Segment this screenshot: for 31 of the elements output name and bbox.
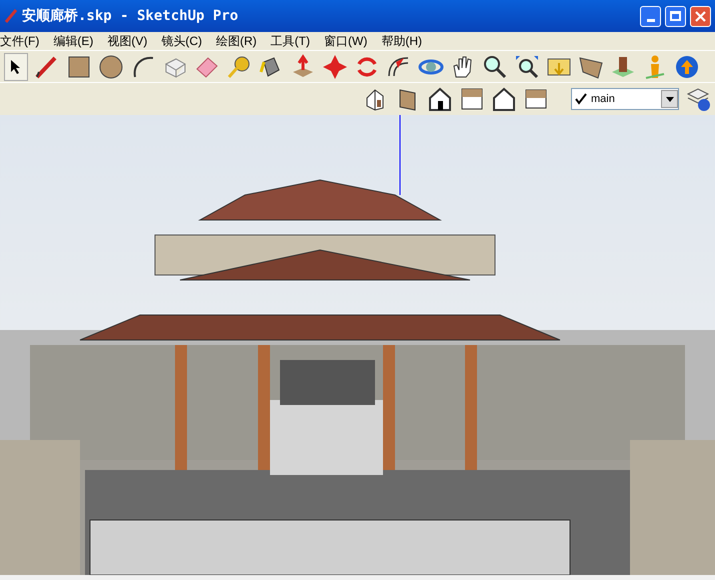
layer-name: main (591, 92, 616, 107)
window-title: 安顺廊桥.skp - SketchUp Pro (22, 6, 240, 26)
menu-item[interactable]: 文件(F) (0, 32, 40, 50)
menu-item[interactable]: 工具(T) (270, 32, 310, 50)
layers-info-icon[interactable] (685, 86, 711, 112)
app-icon (4, 8, 18, 24)
menu-item[interactable]: 镜头(C) (161, 32, 202, 50)
menu-item[interactable]: 帮助(H) (381, 32, 422, 50)
menu-item[interactable]: 编辑(E) (53, 32, 94, 50)
menu-item[interactable]: 视图(V) (107, 32, 148, 50)
rectangle-icon[interactable] (66, 54, 92, 80)
maximize-button[interactable] (665, 6, 686, 26)
select-tool-button[interactable] (4, 52, 28, 80)
circle-icon[interactable] (98, 54, 124, 80)
close-button[interactable] (690, 6, 711, 26)
menu-item[interactable]: 窗口(W) (324, 32, 368, 50)
layer-dropdown[interactable]: main (571, 88, 679, 110)
zoom-icon[interactable] (482, 54, 508, 80)
house-outline-icon[interactable] (491, 86, 517, 112)
close-icon (695, 10, 706, 22)
dropdown-button[interactable] (661, 90, 678, 108)
house-front-icon[interactable] (427, 86, 453, 112)
tape-measure-icon[interactable] (226, 54, 252, 80)
menu-item[interactable]: 绘图(R) (216, 32, 257, 50)
minimize-button[interactable] (640, 6, 661, 26)
house-top-icon[interactable] (459, 86, 485, 112)
globe-icon[interactable] (674, 54, 700, 80)
zoom-extents-icon[interactable] (514, 54, 540, 80)
arrow-cursor-icon (10, 58, 22, 74)
move-icon[interactable] (322, 54, 348, 80)
caret-icon (666, 96, 674, 102)
